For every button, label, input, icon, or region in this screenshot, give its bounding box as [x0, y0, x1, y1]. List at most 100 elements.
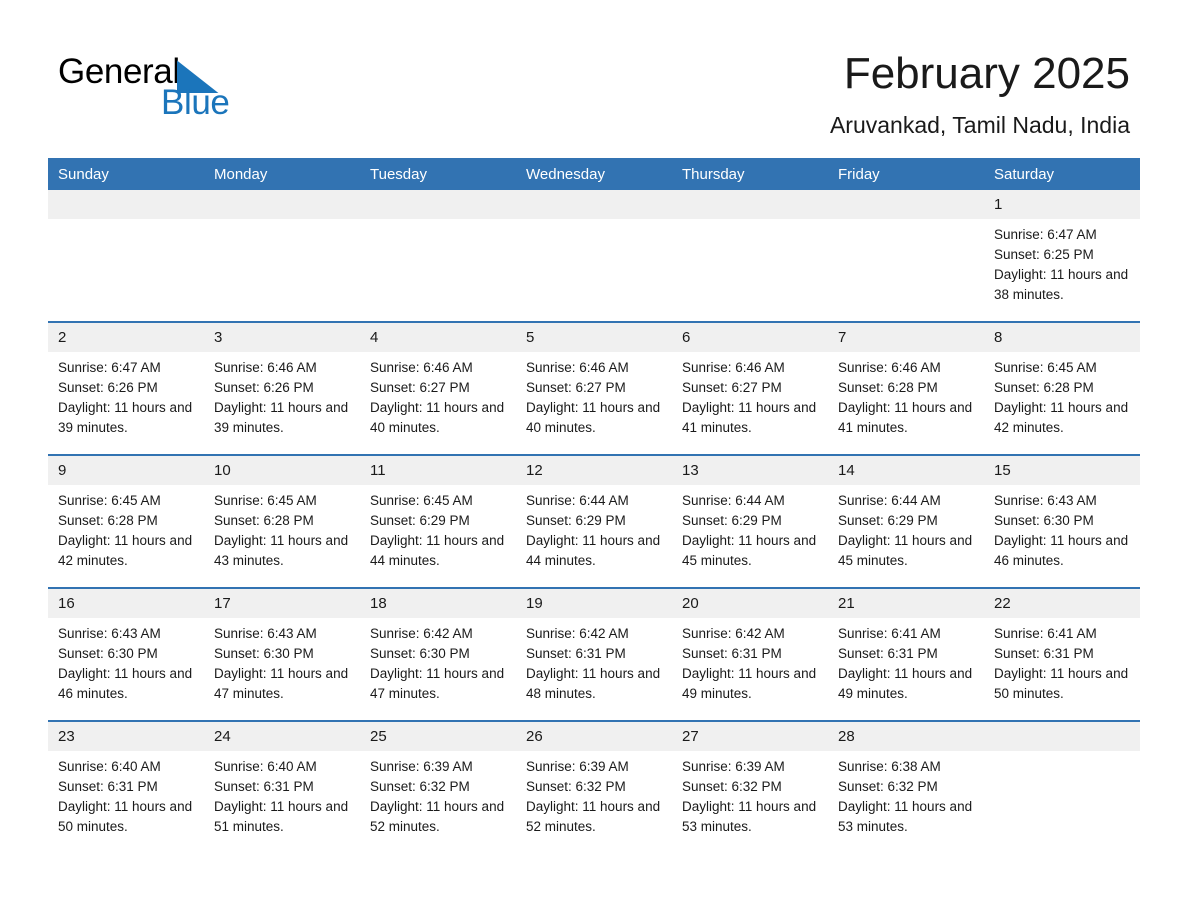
calendar-day-cell[interactable]: 5 Sunrise: 6:46 AM Sunset: 6:27 PM Daylight…	[516, 321, 672, 455]
calendar-day-cell[interactable]: 27 Sunrise: 6:39 AM Sunset: 6:32 PM Dayligh…	[672, 720, 828, 853]
day-details: Sunrise: 6:40 AM Sunset: 6:31 PM Daylight:…	[204, 751, 360, 837]
day-details: Sunrise: 6:41 AM Sunset: 6:31 PM Daylight:…	[984, 618, 1140, 704]
sunset-text: Sunset: 6:32 PM	[682, 779, 782, 794]
daylight-text: Daylight: 11 hours and 39 minutes.	[58, 400, 193, 435]
sunrise-text: Sunrise: 6:45 AM	[370, 493, 473, 508]
sunrise-text: Sunrise: 6:47 AM	[58, 360, 161, 375]
daylight-text: Daylight: 11 hours and 46 minutes.	[994, 533, 1129, 568]
calendar-day-cell[interactable]: 12 Sunrise: 6:44 AM Sunset: 6:29 PM Dayligh…	[516, 454, 672, 588]
calendar-day-cell[interactable]: 19 Sunrise: 6:42 AM Sunset: 6:31 PM Dayligh…	[516, 587, 672, 721]
sunrise-text: Sunrise: 6:43 AM	[58, 626, 161, 641]
calendar-day-cell[interactable]: 17 Sunrise: 6:43 AM Sunset: 6:30 PM Dayligh…	[204, 587, 360, 721]
day-number: 8	[984, 323, 1140, 352]
daylight-text: Daylight: 11 hours and 38 minutes.	[994, 267, 1129, 302]
day-number-empty	[828, 190, 984, 219]
day-number-empty	[516, 190, 672, 219]
calendar-day-cell[interactable]: 13 Sunrise: 6:44 AM Sunset: 6:29 PM Dayligh…	[672, 454, 828, 588]
page-header: General Blue February 2025 Aruvankad, Ta…	[0, 0, 1188, 152]
sunrise-text: Sunrise: 6:47 AM	[994, 227, 1097, 242]
sunrise-text: Sunrise: 6:42 AM	[370, 626, 473, 641]
calendar-day-cell[interactable]: 9 Sunrise: 6:45 AM Sunset: 6:28 PM Daylight…	[48, 454, 204, 588]
day-number: 12	[516, 456, 672, 485]
daylight-text: Daylight: 11 hours and 42 minutes.	[58, 533, 193, 568]
calendar-week-row: 2 Sunrise: 6:47 AM Sunset: 6:26 PM Daylight…	[48, 321, 1140, 455]
page-title: February 2025	[843, 49, 1130, 98]
calendar-day-cell[interactable]: 1 Sunrise: 6:47 AM Sunset: 6:25 PM Daylight…	[984, 190, 1140, 322]
day-details: Sunrise: 6:40 AM Sunset: 6:31 PM Daylight:…	[48, 751, 204, 837]
sunset-text: Sunset: 6:31 PM	[214, 779, 314, 794]
weekday-header-tuesday: Tuesday	[360, 158, 516, 190]
sunset-text: Sunset: 6:28 PM	[214, 513, 314, 528]
calendar-day-cell[interactable]: 2 Sunrise: 6:47 AM Sunset: 6:26 PM Daylight…	[48, 321, 204, 455]
daylight-text: Daylight: 11 hours and 52 minutes.	[370, 799, 505, 834]
calendar-day-cell[interactable]: 10 Sunrise: 6:45 AM Sunset: 6:28 PM Dayligh…	[204, 454, 360, 588]
calendar-day-cell[interactable]: 4 Sunrise: 6:46 AM Sunset: 6:27 PM Daylight…	[360, 321, 516, 455]
day-number: 20	[672, 589, 828, 618]
calendar-day-cell[interactable]: 6 Sunrise: 6:46 AM Sunset: 6:27 PM Daylight…	[672, 321, 828, 455]
daylight-text: Daylight: 11 hours and 46 minutes.	[58, 666, 193, 701]
day-details: Sunrise: 6:46 AM Sunset: 6:26 PM Daylight:…	[204, 352, 360, 438]
calendar-day-cell[interactable]: 23 Sunrise: 6:40 AM Sunset: 6:31 PM Dayligh…	[48, 720, 204, 853]
calendar-day-cell[interactable]: 16 Sunrise: 6:43 AM Sunset: 6:30 PM Dayligh…	[48, 587, 204, 721]
day-number: 5	[516, 323, 672, 352]
day-number: 9	[48, 456, 204, 485]
calendar-day-cell-empty	[360, 190, 516, 322]
day-details: Sunrise: 6:46 AM Sunset: 6:27 PM Daylight:…	[672, 352, 828, 438]
calendar-day-cell[interactable]: 21 Sunrise: 6:41 AM Sunset: 6:31 PM Dayligh…	[828, 587, 984, 721]
calendar-day-cell[interactable]: 26 Sunrise: 6:39 AM Sunset: 6:32 PM Dayligh…	[516, 720, 672, 853]
daylight-text: Daylight: 11 hours and 50 minutes.	[994, 666, 1129, 701]
calendar-day-cell[interactable]: 15 Sunrise: 6:43 AM Sunset: 6:30 PM Dayligh…	[984, 454, 1140, 588]
daylight-text: Daylight: 11 hours and 42 minutes.	[994, 400, 1129, 435]
calendar-week-row: 16 Sunrise: 6:43 AM Sunset: 6:30 PM Dayligh…	[48, 587, 1140, 721]
sunrise-text: Sunrise: 6:41 AM	[994, 626, 1097, 641]
day-number: 19	[516, 589, 672, 618]
calendar-table: Sunday Monday Tuesday Wednesday Thursday Frid…	[48, 158, 1140, 853]
day-number: 17	[204, 589, 360, 618]
sunrise-text: Sunrise: 6:46 AM	[682, 360, 785, 375]
day-number: 13	[672, 456, 828, 485]
day-number: 26	[516, 722, 672, 751]
day-details: Sunrise: 6:38 AM Sunset: 6:32 PM Daylight:…	[828, 751, 984, 837]
day-number: 23	[48, 722, 204, 751]
day-details: Sunrise: 6:39 AM Sunset: 6:32 PM Daylight:…	[360, 751, 516, 837]
day-number-empty	[204, 190, 360, 219]
day-details: Sunrise: 6:45 AM Sunset: 6:28 PM Daylight:…	[48, 485, 204, 571]
sunset-text: Sunset: 6:30 PM	[994, 513, 1094, 528]
sunrise-text: Sunrise: 6:45 AM	[214, 493, 317, 508]
sunrise-text: Sunrise: 6:45 AM	[994, 360, 1097, 375]
day-details: Sunrise: 6:46 AM Sunset: 6:27 PM Daylight:…	[360, 352, 516, 438]
sunset-text: Sunset: 6:27 PM	[682, 380, 782, 395]
sunset-text: Sunset: 6:32 PM	[838, 779, 938, 794]
day-details: Sunrise: 6:45 AM Sunset: 6:28 PM Daylight:…	[204, 485, 360, 571]
weekday-header-thursday: Thursday	[672, 158, 828, 190]
sunset-text: Sunset: 6:29 PM	[838, 513, 938, 528]
calendar-day-cell[interactable]: 7 Sunrise: 6:46 AM Sunset: 6:28 PM Daylight…	[828, 321, 984, 455]
sunrise-text: Sunrise: 6:46 AM	[214, 360, 317, 375]
sunrise-text: Sunrise: 6:42 AM	[682, 626, 785, 641]
sunrise-text: Sunrise: 6:43 AM	[994, 493, 1097, 508]
calendar-day-cell[interactable]: 11 Sunrise: 6:45 AM Sunset: 6:29 PM Dayligh…	[360, 454, 516, 588]
calendar-day-cell[interactable]: 3 Sunrise: 6:46 AM Sunset: 6:26 PM Daylight…	[204, 321, 360, 455]
daylight-text: Daylight: 11 hours and 53 minutes.	[838, 799, 973, 834]
day-number: 7	[828, 323, 984, 352]
calendar-day-cell[interactable]: 24 Sunrise: 6:40 AM Sunset: 6:31 PM Dayligh…	[204, 720, 360, 853]
sunrise-text: Sunrise: 6:39 AM	[526, 759, 629, 774]
day-details: Sunrise: 6:47 AM Sunset: 6:25 PM Daylight:…	[984, 219, 1140, 305]
calendar-day-cell[interactable]: 20 Sunrise: 6:42 AM Sunset: 6:31 PM Dayligh…	[672, 587, 828, 721]
sunrise-text: Sunrise: 6:44 AM	[682, 493, 785, 508]
day-details: Sunrise: 6:46 AM Sunset: 6:27 PM Daylight:…	[516, 352, 672, 438]
calendar-day-cell[interactable]: 14 Sunrise: 6:44 AM Sunset: 6:29 PM Dayligh…	[828, 454, 984, 588]
day-number: 14	[828, 456, 984, 485]
calendar-day-cell[interactable]: 28 Sunrise: 6:38 AM Sunset: 6:32 PM Dayligh…	[828, 720, 984, 853]
day-number: 11	[360, 456, 516, 485]
calendar-day-cell[interactable]: 25 Sunrise: 6:39 AM Sunset: 6:32 PM Dayligh…	[360, 720, 516, 853]
day-number: 2	[48, 323, 204, 352]
calendar-day-cell[interactable]: 22 Sunrise: 6:41 AM Sunset: 6:31 PM Dayligh…	[984, 587, 1140, 721]
sunset-text: Sunset: 6:28 PM	[58, 513, 158, 528]
calendar-day-cell[interactable]: 8 Sunrise: 6:45 AM Sunset: 6:28 PM Daylight…	[984, 321, 1140, 455]
sunset-text: Sunset: 6:30 PM	[214, 646, 314, 661]
calendar-week-row: 1 Sunrise: 6:47 AM Sunset: 6:25 PM Daylight…	[48, 190, 1140, 322]
sunset-text: Sunset: 6:30 PM	[370, 646, 470, 661]
day-number: 4	[360, 323, 516, 352]
calendar-day-cell[interactable]: 18 Sunrise: 6:42 AM Sunset: 6:30 PM Dayligh…	[360, 587, 516, 721]
